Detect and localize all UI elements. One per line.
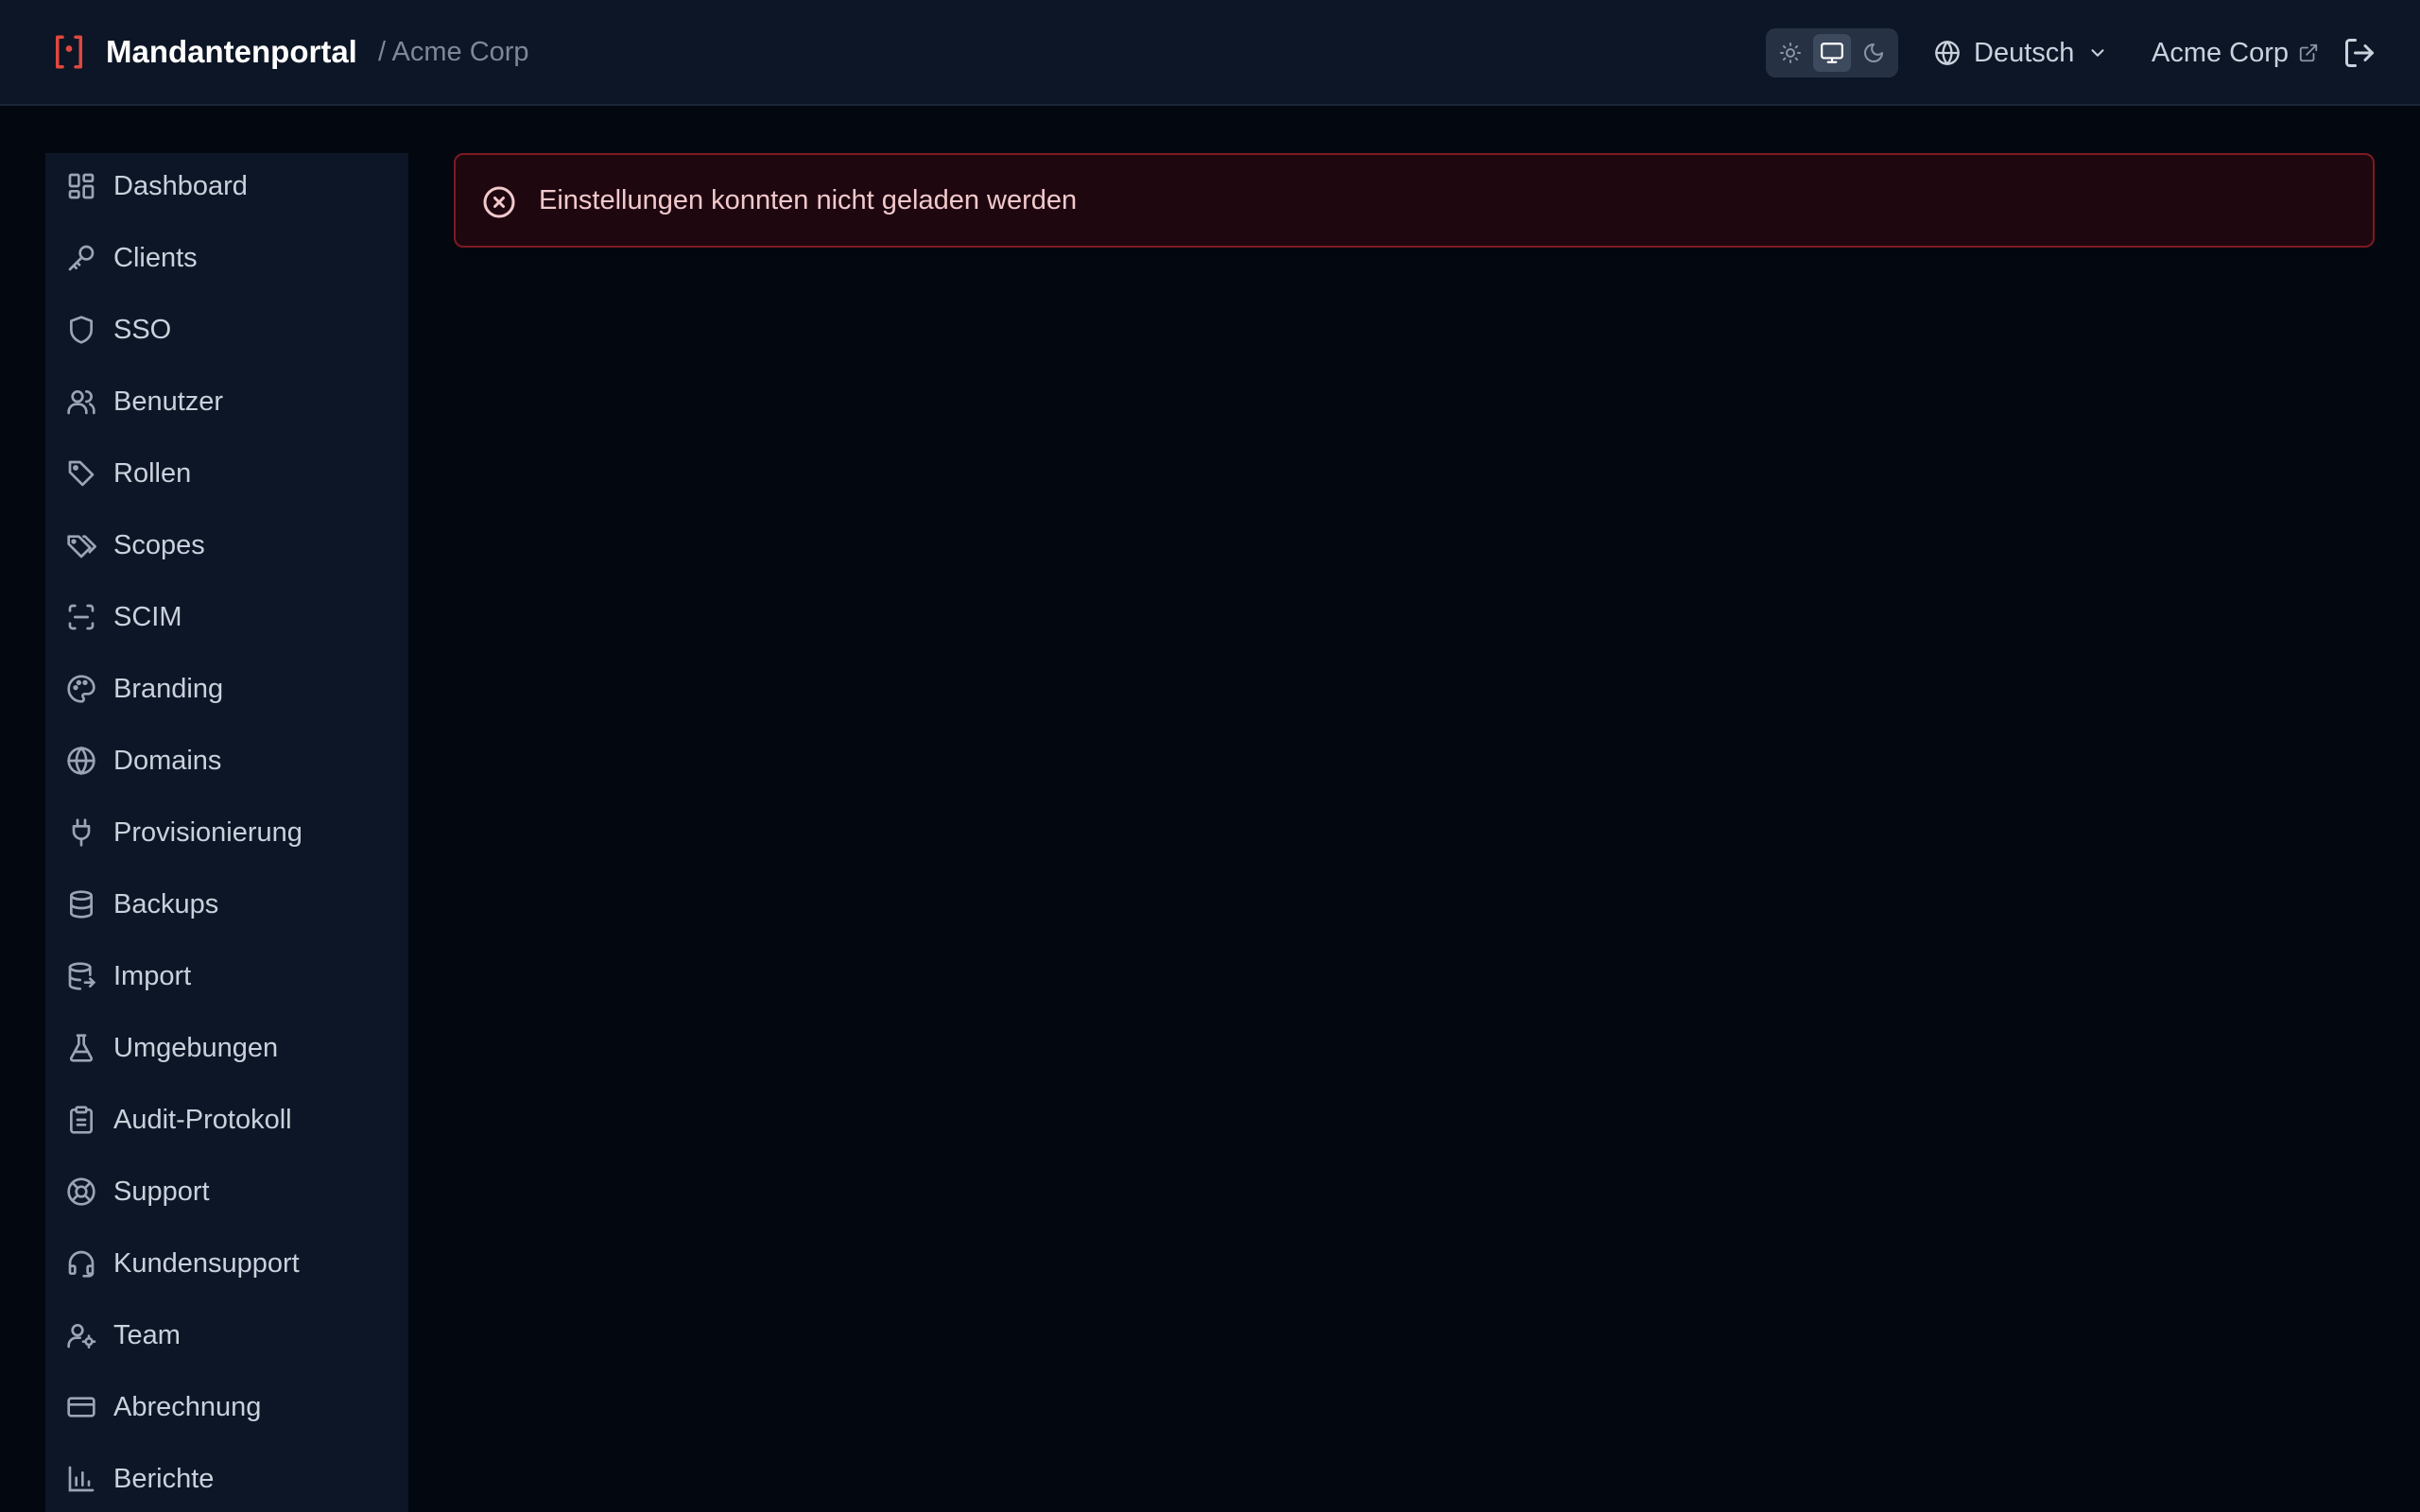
theme-system-button[interactable] (1813, 34, 1851, 72)
plug-icon (72, 818, 91, 847)
sidebar-item-label: Audit-Protokoll (113, 1105, 292, 1135)
theme-dark-button[interactable] (1855, 34, 1893, 72)
moon-icon (1864, 43, 1883, 62)
tag-icon (68, 460, 95, 487)
theme-toggle (1766, 28, 1898, 77)
bar-chart-icon (68, 1466, 95, 1492)
flask-icon (69, 1034, 94, 1062)
sidebar-item-provisionierung[interactable]: Provisionierung (45, 804, 408, 861)
sidebar-item-label: Benutzer (113, 387, 224, 417)
globe-icon (67, 746, 95, 776)
lifebuoy-icon (67, 1177, 95, 1206)
sun-icon (1780, 43, 1801, 63)
headset-icon (68, 1250, 95, 1278)
shield-icon (70, 316, 93, 344)
sidebar-item-scim[interactable]: SCIM (45, 589, 408, 645)
sidebar-item-label: Backups (113, 889, 219, 919)
theme-light-button[interactable] (1772, 34, 1809, 72)
sidebar-item-import[interactable]: Import (45, 948, 408, 1005)
sidebar-item-team[interactable]: Team (45, 1307, 408, 1364)
sidebar-item-label: Berichte (113, 1464, 215, 1494)
sidebar-item-label: Rollen (113, 458, 192, 489)
database-import-icon (68, 962, 96, 990)
user-cog-icon (67, 1324, 96, 1349)
organization-link[interactable]: Acme Corp (2152, 30, 2319, 76)
sidebar: Dashboard Clients SSO Benutzer Rollen Sc… (45, 153, 408, 1512)
sidebar-item-audit-protokoll[interactable]: Audit-Protokoll (45, 1091, 408, 1148)
key-icon (68, 245, 95, 271)
sidebar-item-label: Kundensupport (113, 1248, 300, 1279)
chevron-down-icon (2091, 49, 2104, 57)
sidebar-item-umgebungen[interactable]: Umgebungen (45, 1020, 408, 1076)
sidebar-item-label: SSO (113, 315, 172, 345)
sidebar-item-label: Clients (113, 243, 198, 273)
external-link-icon (2299, 43, 2318, 62)
bracket-logo-icon (56, 35, 82, 69)
error-message: Einstellungen konnten nicht geladen werd… (539, 185, 1078, 215)
sidebar-item-backups[interactable]: Backups (45, 876, 408, 933)
sidebar-item-kundensupport[interactable]: Kundensupport (45, 1235, 408, 1292)
sidebar-item-dashboard[interactable]: Dashboard (45, 158, 408, 215)
sidebar-item-berichte[interactable]: Berichte (45, 1451, 408, 1507)
sidebar-item-abrechnung[interactable]: Abrechnung (45, 1379, 408, 1435)
sidebar-item-label: Team (113, 1320, 181, 1350)
database-icon (70, 890, 93, 919)
sidebar-item-label: Dashboard (113, 171, 248, 201)
logout-icon[interactable] (2342, 36, 2377, 70)
clipboard-icon (70, 1106, 93, 1134)
monitor-icon (1821, 43, 1843, 63)
app-title[interactable]: Mandantenportal (106, 32, 357, 72)
credit-card-icon (67, 1397, 95, 1418)
sidebar-item-sso[interactable]: SSO (45, 301, 408, 358)
sidebar-item-label: Abrechnung (113, 1392, 262, 1422)
sidebar-item-scopes[interactable]: Scopes (45, 517, 408, 574)
sidebar-item-domains[interactable]: Domains (45, 732, 408, 789)
palette-icon (67, 675, 95, 703)
sidebar-item-support[interactable]: Support (45, 1163, 408, 1220)
sidebar-item-label: Umgebungen (113, 1033, 279, 1063)
tags-icon (67, 535, 96, 558)
sidebar-item-label: Branding (113, 674, 224, 704)
language-label: Deutsch (1974, 37, 2075, 68)
sidebar-item-label: Domains (113, 746, 222, 776)
globe-icon (1935, 41, 1960, 65)
language-select[interactable]: Deutsch (1934, 30, 2108, 76)
scan-icon (68, 604, 95, 630)
sidebar-item-label: Support (113, 1177, 210, 1207)
sidebar-item-label: Import (113, 961, 192, 991)
organization-label: Acme Corp (2152, 37, 2290, 68)
sidebar-item-branding[interactable]: Branding (45, 661, 408, 717)
error-alert: Einstellungen konnten nicht geladen werd… (454, 153, 2375, 248)
x-circle-icon (483, 186, 515, 218)
sidebar-item-label: Scopes (113, 530, 205, 560)
sidebar-item-label: SCIM (113, 602, 182, 632)
sidebar-item-benutzer[interactable]: Benutzer (45, 373, 408, 430)
sidebar-item-label: Provisionierung (113, 817, 302, 848)
sidebar-item-clients[interactable]: Clients (45, 230, 408, 286)
users-icon (67, 390, 95, 415)
sidebar-item-rollen[interactable]: Rollen (45, 445, 408, 502)
dashboard-icon (68, 173, 95, 199)
top-bar: Mandantenportal / Acme Corp Deutsch Acme… (0, 0, 2420, 106)
breadcrumb: / Acme Corp (378, 37, 529, 67)
